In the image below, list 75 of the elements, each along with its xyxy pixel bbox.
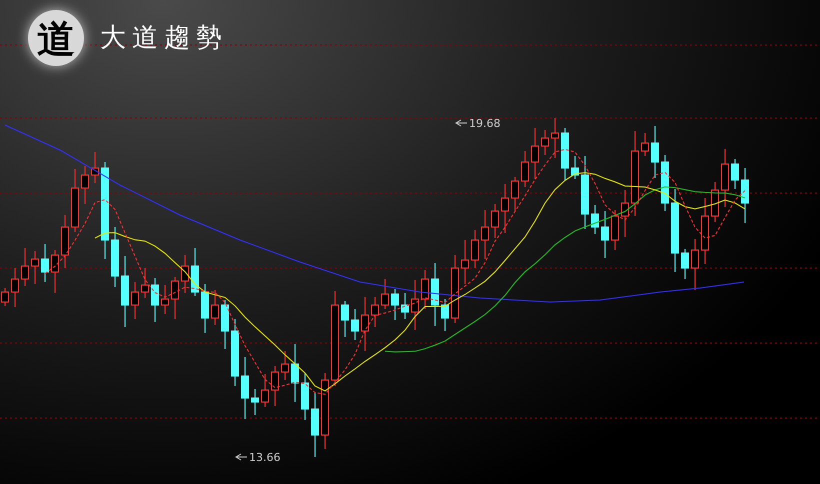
candlestick <box>471 230 479 268</box>
candlestick <box>261 374 269 408</box>
candlestick <box>71 168 79 232</box>
candlestick <box>551 118 559 158</box>
candlestick <box>431 262 439 326</box>
candlestick <box>111 226 119 288</box>
candlestick <box>191 248 199 296</box>
candlestick <box>221 300 229 350</box>
candlestick <box>701 198 709 264</box>
candlestick <box>731 158 739 190</box>
candlestick <box>291 344 299 402</box>
candlestick <box>711 182 719 222</box>
candlestick <box>281 350 289 380</box>
pointer-arrow-icon <box>235 454 248 460</box>
candlestick <box>561 128 569 180</box>
candlestick <box>361 296 369 352</box>
candlestick <box>721 148 729 208</box>
candlestick <box>741 168 749 224</box>
candlestick <box>391 288 399 320</box>
candlestick <box>381 278 389 310</box>
candlestick <box>41 244 49 282</box>
candlestick <box>131 282 139 320</box>
logo-badge: 道 <box>28 10 84 66</box>
candlestick <box>661 154 669 212</box>
candlestick <box>61 214 69 268</box>
candlestick <box>681 248 689 280</box>
candlestick <box>231 318 239 386</box>
price-label: 19.68 <box>469 117 500 130</box>
candlestick <box>181 254 189 294</box>
candlestick <box>451 254 459 324</box>
candlestick <box>421 270 429 310</box>
candlestick <box>511 176 519 212</box>
candlestick <box>121 256 129 328</box>
candlestick <box>591 204 599 234</box>
candlestick <box>271 366 279 406</box>
candlestick <box>251 388 259 416</box>
candlestick <box>151 278 159 322</box>
candlestick <box>351 308 359 340</box>
price-label: 13.66 <box>249 451 280 464</box>
candlestick <box>601 210 609 258</box>
candlestick <box>411 280 419 330</box>
candlestick <box>81 166 89 204</box>
candlestick <box>611 210 619 250</box>
candlestick <box>21 248 29 286</box>
candlestick <box>691 238 699 290</box>
candlestick <box>241 356 249 420</box>
candlestick <box>211 290 219 326</box>
candlestick <box>141 268 149 298</box>
candlestick <box>11 268 19 308</box>
candlestick <box>441 298 449 332</box>
candlestick <box>51 250 59 294</box>
candlestick <box>621 190 629 238</box>
candlestick <box>341 300 349 338</box>
candlestick <box>531 128 539 180</box>
candlestick <box>311 392 319 458</box>
candlestick <box>201 284 209 334</box>
candlestick <box>171 276 179 320</box>
candlestick <box>161 284 169 314</box>
candlestick <box>301 372 309 420</box>
candlestick <box>461 240 469 284</box>
candlestick <box>401 292 409 320</box>
candlestick <box>31 250 39 284</box>
candlestick <box>651 126 659 178</box>
candlestick <box>521 150 529 188</box>
candlestick <box>501 184 509 234</box>
candlestick <box>1 288 9 306</box>
candlestick <box>541 130 549 156</box>
pointer-arrow-icon <box>455 120 468 126</box>
candlestick <box>641 132 649 156</box>
candlestick <box>491 204 499 238</box>
candlestick <box>571 156 579 180</box>
candlestick <box>371 296 379 328</box>
brand-title: 大道趨勢 <box>100 22 228 54</box>
candlestick <box>91 152 99 184</box>
candlestick <box>481 210 489 260</box>
